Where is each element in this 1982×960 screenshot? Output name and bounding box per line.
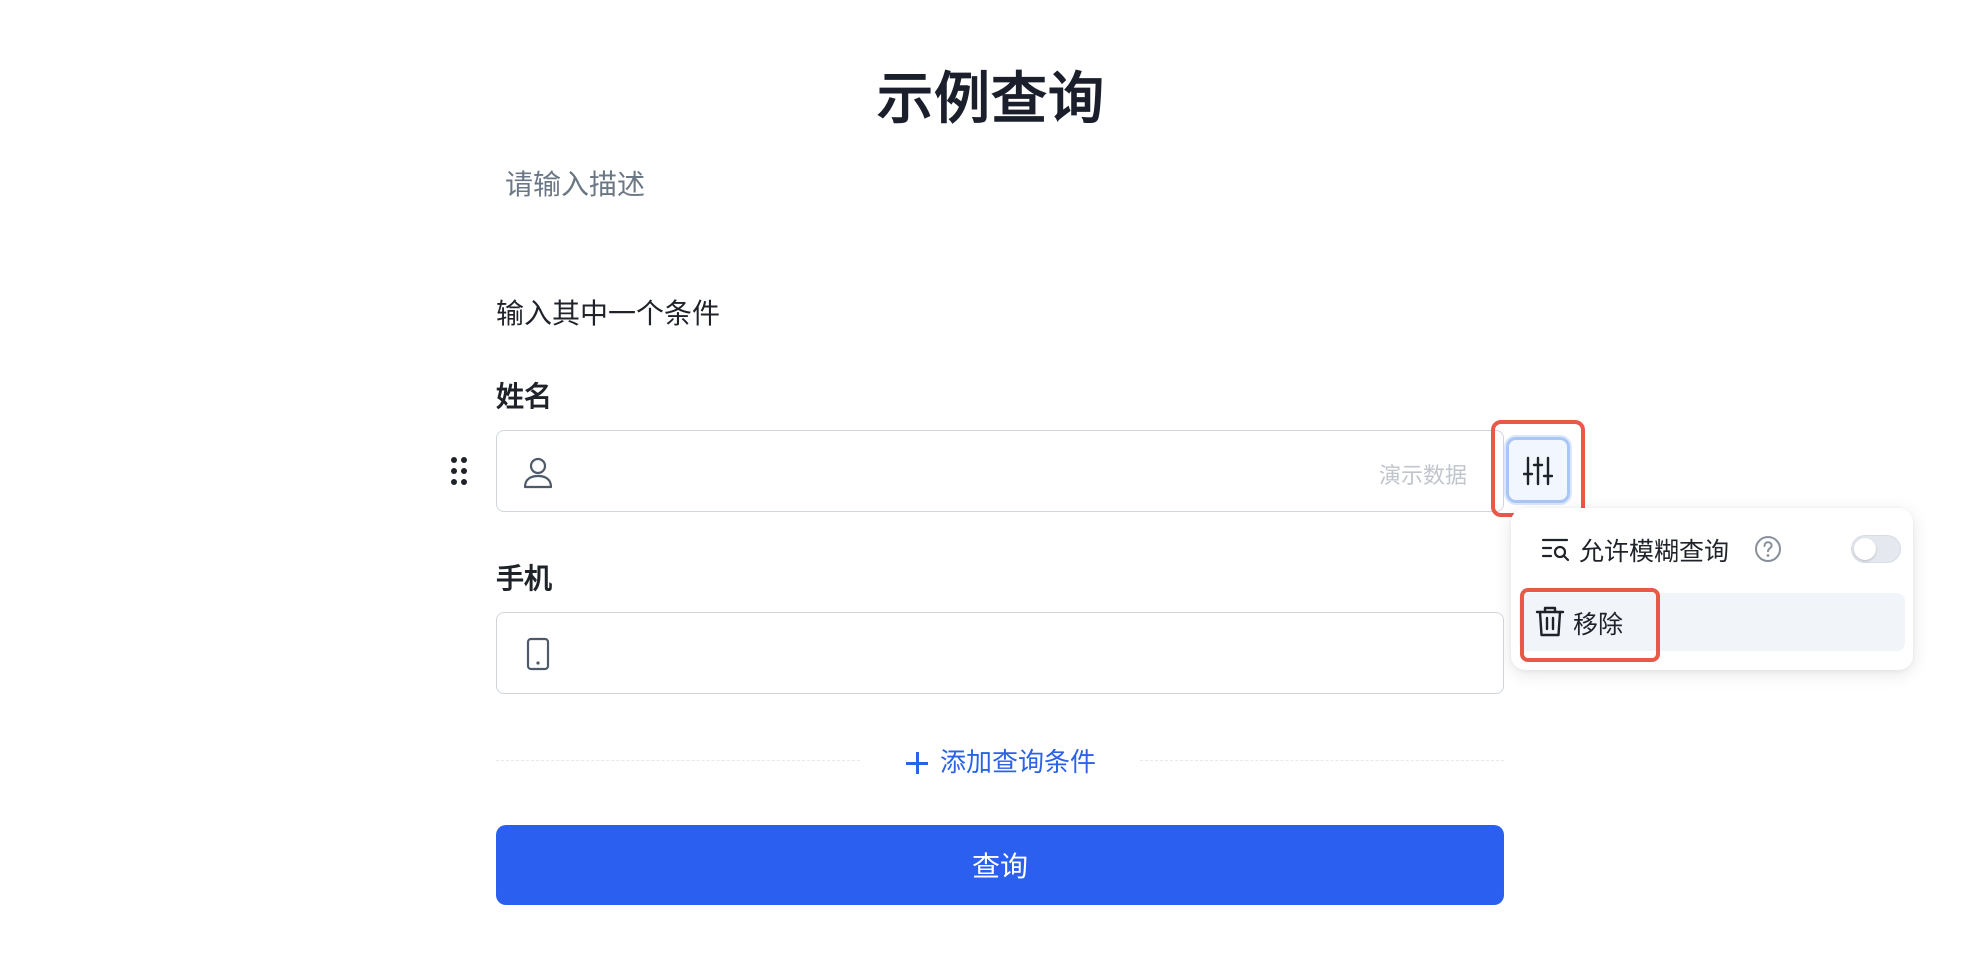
sliders-icon — [1523, 456, 1553, 486]
question-circle-icon[interactable] — [1754, 535, 1782, 567]
query-form-page: 示例查询 请输入描述 输入其中一个条件 姓名 演示数据 允许模糊查询 移除 手机… — [0, 0, 1982, 960]
query-button[interactable]: 查询 — [496, 825, 1504, 905]
user-icon — [521, 455, 555, 489]
remove-item-highlight — [1520, 588, 1660, 662]
name-field-label: 姓名 — [496, 380, 553, 413]
field-settings-button[interactable] — [1506, 437, 1570, 503]
phone-input[interactable] — [577, 631, 1181, 679]
demo-data-hint: 演示数据 — [1378, 464, 1467, 489]
fuzzy-search-icon — [1541, 534, 1571, 568]
drag-handle-icon[interactable] — [449, 457, 471, 489]
divider — [496, 760, 860, 761]
phone-field[interactable] — [496, 612, 1504, 694]
mobile-phone-icon — [521, 637, 555, 671]
fuzzy-query-toggle[interactable] — [1851, 535, 1901, 563]
add-condition-label: 添加查询条件 — [940, 748, 1097, 778]
menu-item-fuzzy-query[interactable]: 允许模糊查询 — [1519, 520, 1905, 578]
name-input[interactable] — [577, 449, 1181, 497]
form-description[interactable]: 请输入描述 — [505, 163, 645, 203]
page-title: 示例查询 — [877, 67, 1105, 132]
section-label: 输入其中一个条件 — [496, 297, 721, 330]
name-field[interactable]: 演示数据 — [496, 430, 1504, 512]
divider — [1140, 760, 1504, 761]
add-condition-button[interactable]: 添加查询条件 — [906, 742, 1096, 782]
phone-field-label: 手机 — [496, 562, 553, 595]
plus-icon — [906, 752, 928, 774]
fuzzy-query-label: 允许模糊查询 — [1579, 537, 1730, 566]
